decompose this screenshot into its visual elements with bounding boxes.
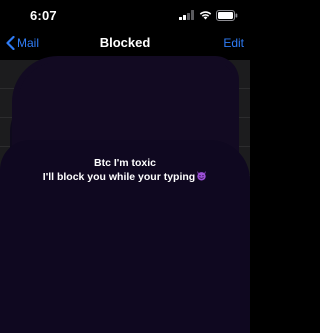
navigation-bar: Mail Blocked Edit [0,28,250,58]
status-time: 6:07 [30,8,57,23]
smiling-devil-emoji-icon [197,171,207,181]
caption-line-2: I'll block you while your typing [42,171,196,183]
overlay-caption: Btc I'm toxic I'll block you while your … [0,157,250,184]
caption-line-2-wrap: I'll block you while your typing [0,170,250,184]
status-icons [179,9,238,21]
edit-button[interactable]: Edit [223,36,244,50]
battery-icon [216,9,238,21]
page-title: Blocked [99,35,151,50]
status-bar: 6:07 [0,0,250,28]
wifi-icon [199,11,212,20]
cellular-signal-icon [179,10,194,20]
caption-line-1: Btc I'm toxic [93,157,156,169]
